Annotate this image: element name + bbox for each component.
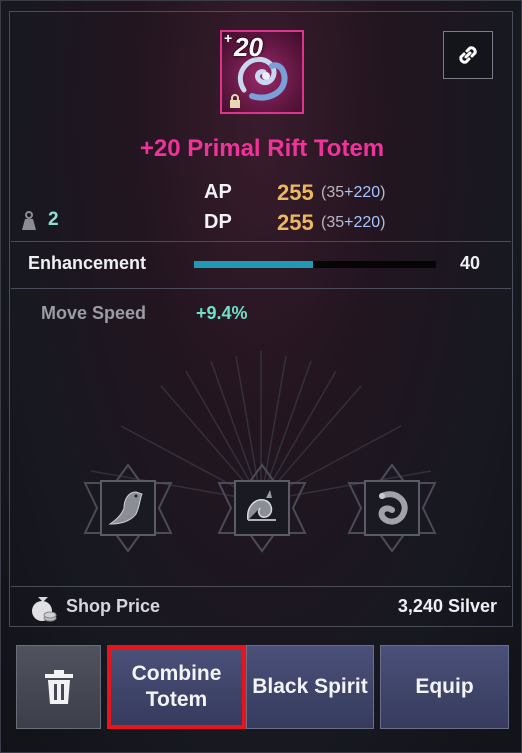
dp-value: 255 bbox=[277, 210, 314, 235]
shell-totem-icon bbox=[247, 490, 276, 521]
divider bbox=[11, 586, 511, 587]
enhancement-bar bbox=[194, 261, 436, 268]
ap-detail: (35+220) bbox=[321, 184, 386, 202]
enhance-plus: + bbox=[224, 30, 233, 46]
totem-socket-2[interactable] bbox=[217, 463, 307, 553]
combine-label-line1: Combine bbox=[131, 662, 222, 685]
ap-label: AP bbox=[204, 181, 232, 203]
bonus-stat-value: +9.4% bbox=[196, 303, 248, 323]
divider bbox=[11, 241, 511, 242]
shop-price-value: 3,240 Silver bbox=[397, 596, 497, 616]
equip-button[interactable]: Equip bbox=[380, 645, 509, 729]
enhancement-bar-fill bbox=[194, 261, 313, 268]
combine-totem-label: Combine Totem bbox=[132, 661, 222, 713]
combine-label-line2: Totem bbox=[145, 688, 208, 711]
totem-socket-3[interactable] bbox=[347, 463, 437, 553]
dp-close: ) bbox=[380, 214, 386, 231]
divider bbox=[11, 288, 511, 289]
black-spirit-button[interactable]: Black Spirit bbox=[246, 645, 374, 729]
combine-totem-button[interactable]: Combine Totem bbox=[107, 645, 246, 729]
trash-icon bbox=[44, 670, 73, 704]
money-bag-icon bbox=[32, 597, 57, 622]
ap-bonus: +220 bbox=[344, 184, 381, 201]
bonus-stat-label: Move Speed bbox=[41, 303, 147, 323]
enhancement-label: Enhancement bbox=[28, 253, 147, 273]
item-name: +20 Primal Rift Totem bbox=[139, 135, 385, 162]
item-icon: + 20 bbox=[220, 30, 304, 114]
dp-bonus: +220 bbox=[344, 214, 381, 231]
shop-price-label: Shop Price bbox=[66, 596, 161, 616]
weight-icon bbox=[22, 211, 36, 230]
copy-link-button[interactable] bbox=[443, 31, 493, 79]
lock-icon bbox=[230, 94, 240, 108]
link-icon bbox=[459, 46, 477, 64]
item-tooltip-panel: + 20 +20 Primal Rift Totem AP 255 (35+22… bbox=[0, 0, 522, 753]
discard-button[interactable] bbox=[16, 645, 101, 729]
dp-label: DP bbox=[204, 211, 232, 233]
ap-close: ) bbox=[380, 184, 386, 201]
ap-value: 255 bbox=[277, 180, 314, 205]
serpent-totem-icon bbox=[378, 491, 408, 525]
enhance-level: 20 bbox=[234, 32, 263, 62]
dp-base: (35 bbox=[321, 214, 345, 231]
dp-detail: (35+220) bbox=[321, 214, 386, 232]
bird-totem-icon bbox=[108, 491, 143, 525]
ap-base: (35 bbox=[321, 184, 345, 201]
weight-value: 2 bbox=[48, 209, 59, 230]
enhancement-value: 40 bbox=[460, 253, 481, 273]
totem-socket-1[interactable] bbox=[83, 463, 173, 553]
